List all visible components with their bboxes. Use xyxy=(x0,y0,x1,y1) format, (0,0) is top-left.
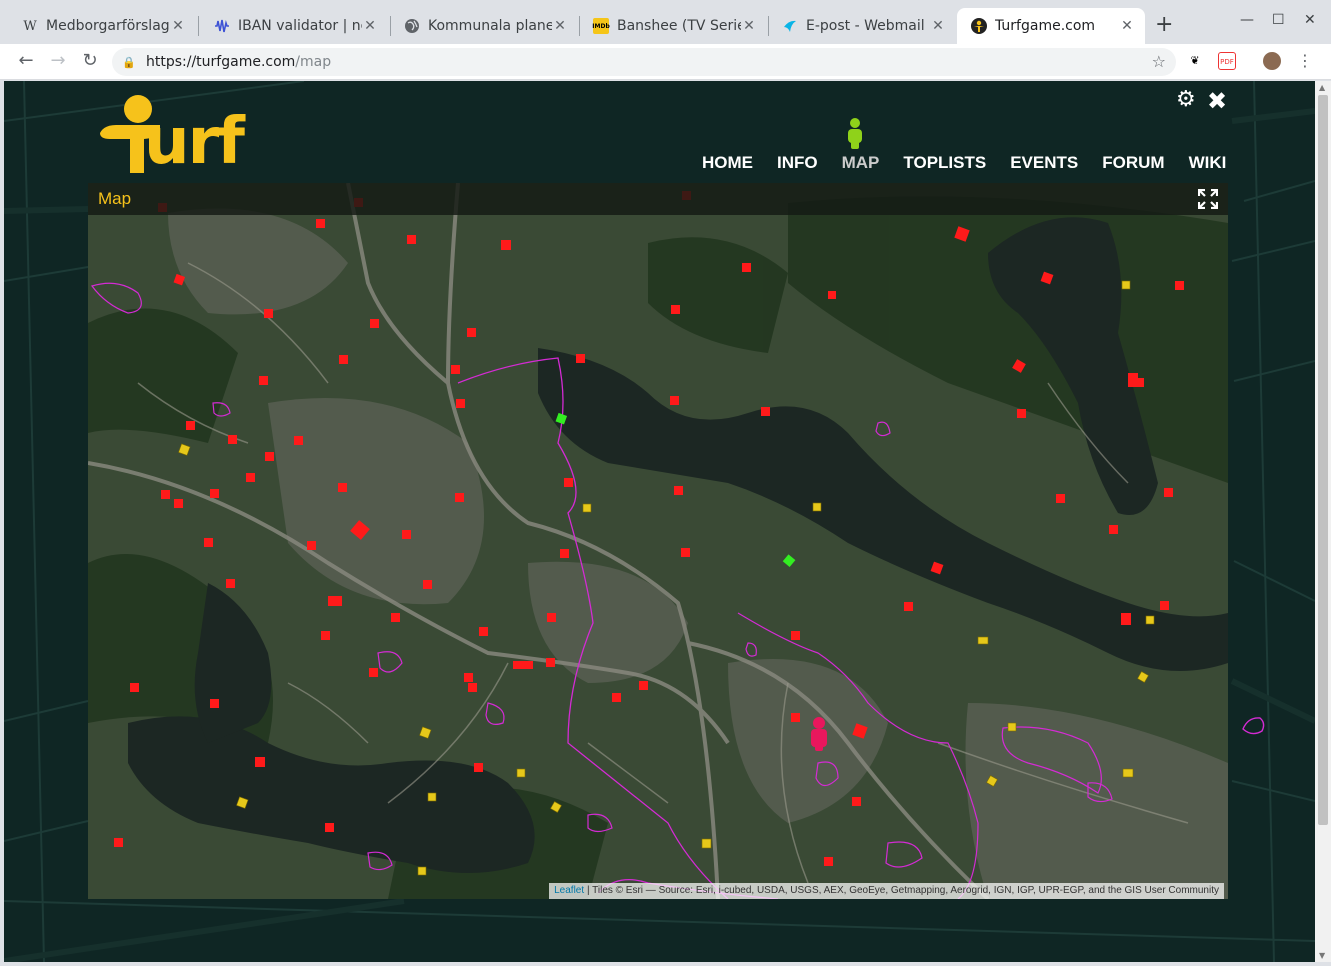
leaflet-link[interactable]: Leaflet xyxy=(554,885,584,896)
close-tab-icon[interactable]: ✕ xyxy=(741,18,757,34)
map-active-person-icon xyxy=(848,118,862,149)
bookmark-star-icon[interactable]: ☆ xyxy=(1152,52,1166,71)
player-marker[interactable] xyxy=(811,717,827,751)
nav-home[interactable]: HOME xyxy=(702,153,753,173)
map-attribution: Leaflet | Tiles © Esri — Source: Esri, i… xyxy=(549,883,1224,899)
extension-pdf-icon[interactable]: PDF xyxy=(1218,52,1236,70)
tab-turfgame[interactable]: Turfgame.com ✕ xyxy=(957,8,1145,44)
settings-gear-icon[interactable]: ⚙ xyxy=(1176,87,1196,112)
close-tab-icon[interactable]: ✕ xyxy=(1119,18,1135,34)
zone-outline-offmap xyxy=(1242,717,1265,735)
wikipedia-icon: W xyxy=(23,18,37,34)
map-header: Map xyxy=(88,183,1228,215)
satellite-map[interactable] xyxy=(88,183,1228,899)
nav-info[interactable]: INFO xyxy=(777,153,818,173)
page-scrollbar[interactable]: ▲ ▼ xyxy=(1315,81,1331,962)
scrollbar-thumb[interactable] xyxy=(1318,95,1328,825)
tab-separator xyxy=(198,16,199,36)
minimize-icon[interactable]: — xyxy=(1240,12,1254,28)
tab-strip: W Medborgarförslag ✕ IBAN validator | nc… xyxy=(0,0,1331,44)
close-tab-icon[interactable]: ✕ xyxy=(552,18,568,34)
profile-avatar[interactable] xyxy=(1263,52,1281,70)
globe-icon xyxy=(404,18,420,34)
page-viewport: urf ⚙ ✖ HOME INFO MAP TOPLISTS EVENTS FO… xyxy=(4,81,1315,962)
turf-icon xyxy=(971,18,987,34)
close-tab-icon[interactable]: ✕ xyxy=(930,18,946,34)
new-tab-button[interactable]: + xyxy=(1155,14,1173,36)
tab-banshee[interactable]: IMDb Banshee (TV Serie ✕ xyxy=(579,8,767,44)
back-icon[interactable]: ← xyxy=(14,50,38,71)
scroll-up-icon[interactable]: ▲ xyxy=(1319,83,1325,92)
nav-wiki[interactable]: WIKI xyxy=(1189,153,1227,173)
wave-icon xyxy=(214,18,230,34)
window-close-icon[interactable]: ✕ xyxy=(1304,12,1316,28)
close-tab-icon[interactable]: ✕ xyxy=(362,18,378,34)
nav-forum[interactable]: FORUM xyxy=(1102,153,1164,173)
tiles-attribution-text: | Tiles © Esri — Source: Esri, i-cubed, … xyxy=(586,885,1219,896)
main-navigation: HOME INFO MAP TOPLISTS EVENTS FORUM WIKI xyxy=(702,153,1250,173)
map-panel[interactable]: Map Leaflet | Tiles © Esri — Source: Esr… xyxy=(88,183,1228,899)
reload-icon[interactable]: ↻ xyxy=(78,50,102,71)
forward-icon[interactable]: → xyxy=(46,50,70,71)
menu-kebab-icon[interactable]: ⋮ xyxy=(1296,52,1314,70)
fullscreen-icon[interactable] xyxy=(1198,189,1218,209)
tab-kommunala[interactable]: Kommunala plane ✕ xyxy=(390,8,578,44)
nav-toplists[interactable]: TOPLISTS xyxy=(903,153,986,173)
close-tab-icon[interactable]: ✕ xyxy=(170,18,186,34)
tab-webmail[interactable]: E-post - Webmail 7 ✕ xyxy=(768,8,956,44)
nav-events[interactable]: EVENTS xyxy=(1010,153,1078,173)
address-bar[interactable]: 🔒 https://turfgame.com/map ☆ xyxy=(112,48,1176,76)
telia-icon xyxy=(782,18,798,34)
maximize-icon[interactable]: ☐ xyxy=(1272,12,1285,28)
turf-logo[interactable]: urf xyxy=(100,93,270,177)
browser-toolbar: ← → ↻ 🔒 https://turfgame.com/map ☆ ❦ PDF… xyxy=(0,44,1331,80)
tab-iban-validator[interactable]: IBAN validator | nc ✕ xyxy=(200,8,388,44)
close-icon[interactable]: ✖ xyxy=(1207,87,1227,115)
nav-map[interactable]: MAP xyxy=(842,153,880,173)
extension-gnome-icon[interactable]: ❦ xyxy=(1186,52,1204,70)
scroll-down-icon[interactable]: ▼ xyxy=(1319,951,1325,960)
imdb-icon: IMDb xyxy=(592,18,610,34)
tab-medborgarforslag[interactable]: W Medborgarförslag ✕ xyxy=(8,8,196,44)
map-title: Map xyxy=(98,189,132,208)
lock-icon: 🔒 xyxy=(122,55,136,69)
